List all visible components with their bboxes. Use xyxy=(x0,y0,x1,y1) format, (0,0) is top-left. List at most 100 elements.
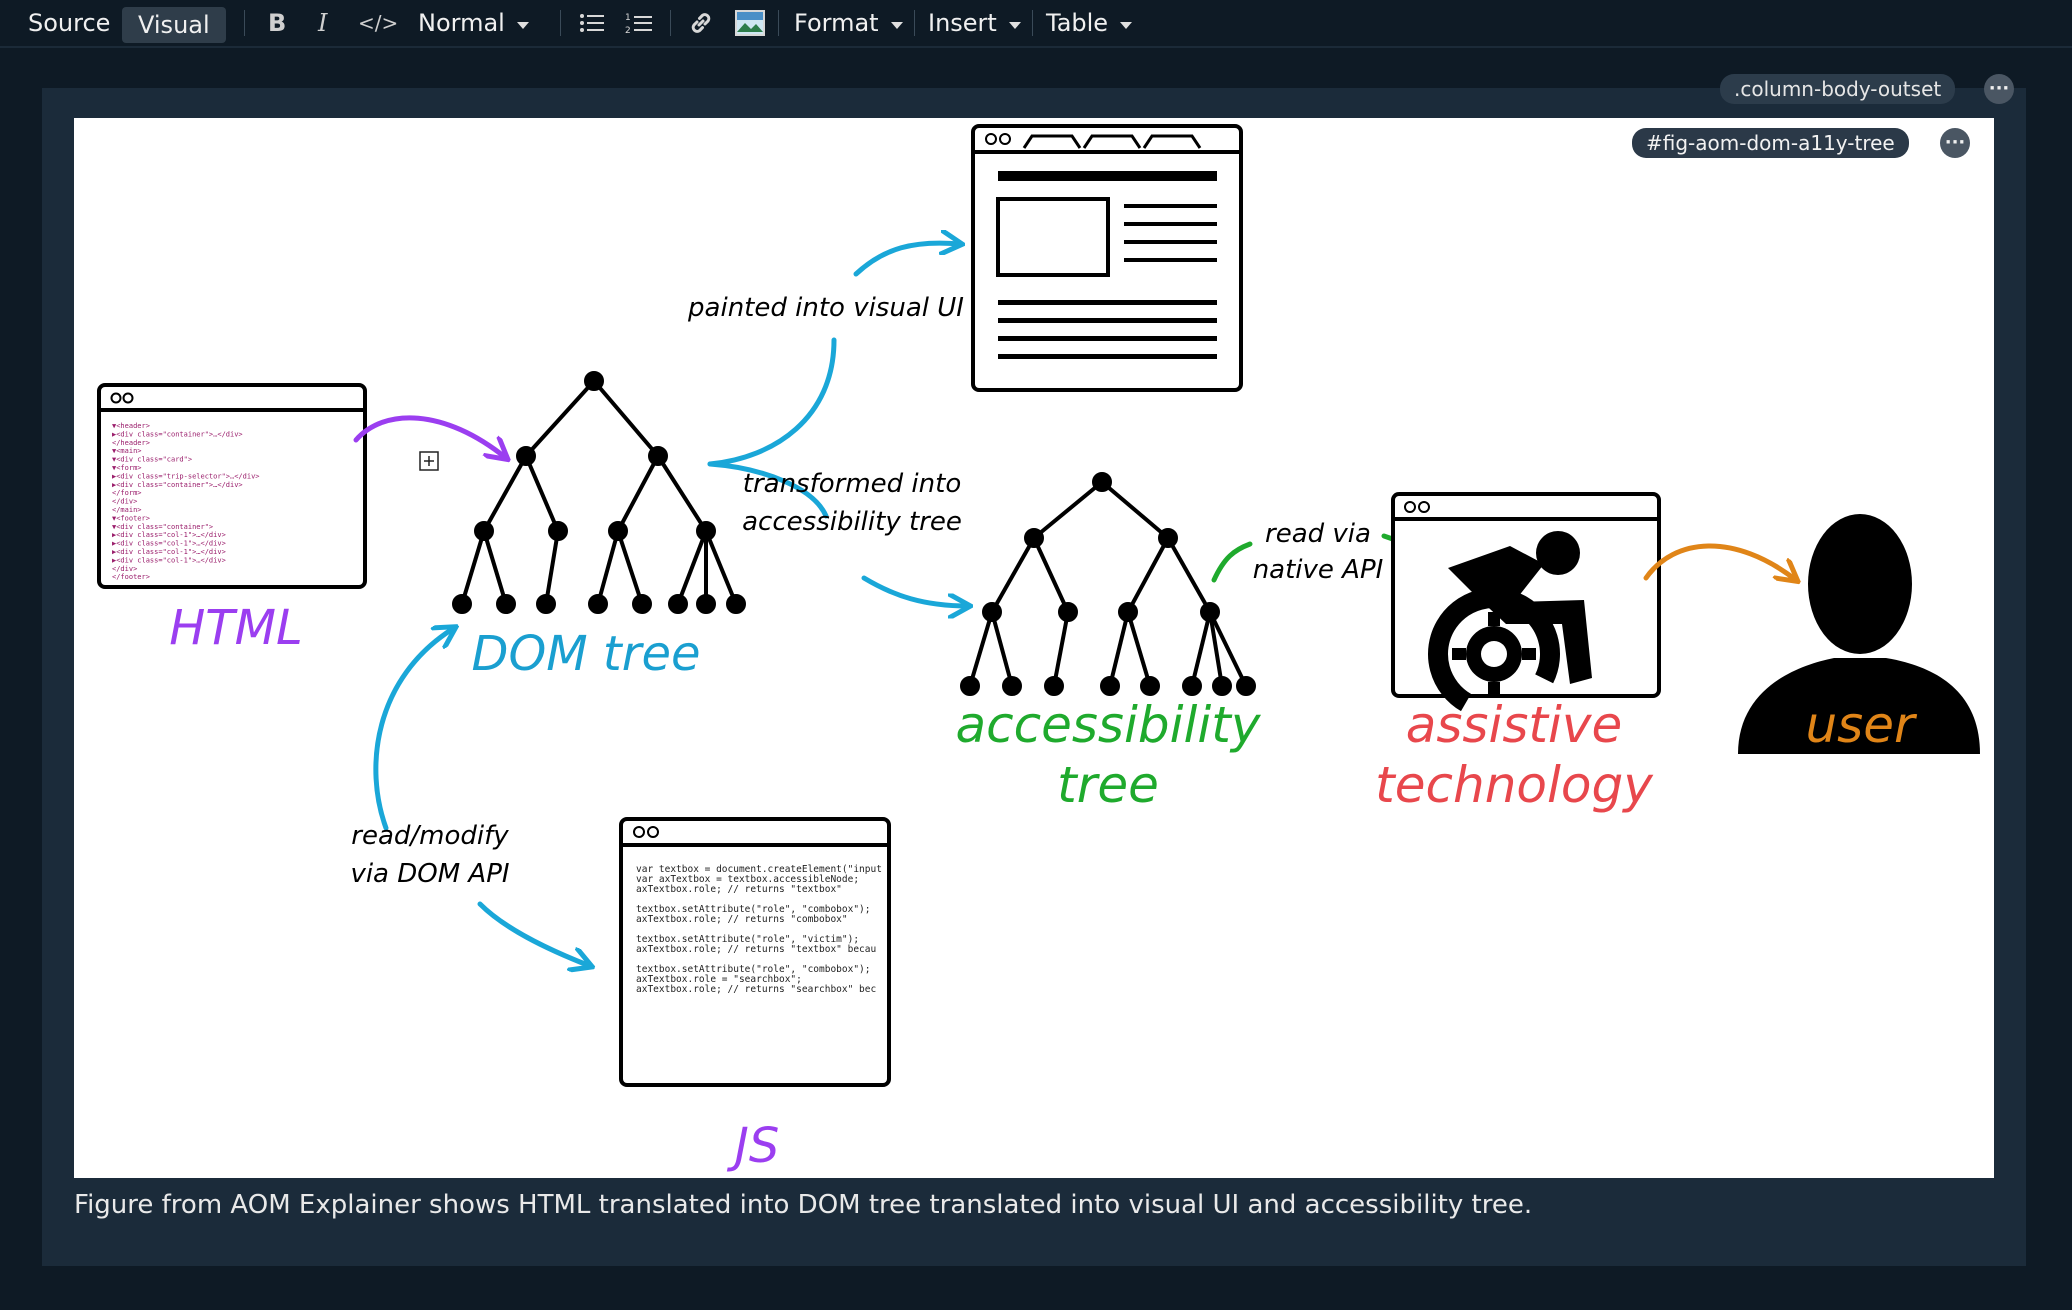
toolbar-divider xyxy=(560,10,561,36)
tree-node xyxy=(548,521,568,541)
code-line: </div> xyxy=(112,498,137,506)
tree-node xyxy=(452,594,472,614)
tree-edge xyxy=(524,379,596,458)
tree-node xyxy=(696,594,716,614)
tree-node xyxy=(608,521,628,541)
code-line: ▶<div class="col-1">…</div> xyxy=(112,556,226,564)
toolbar-divider xyxy=(914,10,915,36)
tree-node xyxy=(588,594,608,614)
code-line: ▼<footer> xyxy=(112,514,150,522)
tree-node xyxy=(1044,676,1064,696)
table-menu[interactable]: Table xyxy=(1046,0,1133,46)
html-label: HTML xyxy=(169,600,303,656)
tree-node xyxy=(1236,676,1256,696)
code-line: axTextbox.role; // returns "combobox" xyxy=(636,914,848,925)
image-button[interactable] xyxy=(734,8,766,38)
tree-node xyxy=(1200,602,1220,622)
tree-edge xyxy=(544,530,560,605)
code-line: axTextbox.role; // returns "textbox" xyxy=(636,884,842,895)
tree-node xyxy=(1140,676,1160,696)
tree-edge xyxy=(968,611,994,687)
tree-edge xyxy=(676,530,708,605)
code-line: </footer> xyxy=(112,573,150,581)
js-label: JS xyxy=(727,1118,780,1174)
tree-node xyxy=(584,371,604,391)
tree-edge xyxy=(616,530,644,605)
code-line: ▼<div class="card"> xyxy=(112,456,192,464)
figure-options-button[interactable]: ··· xyxy=(1940,128,1970,158)
dom-tree-label: DOM tree xyxy=(471,626,700,682)
tree-node xyxy=(696,521,716,541)
visual-mode-button[interactable]: Visual xyxy=(122,7,226,43)
toolbar-divider xyxy=(778,10,779,36)
paragraph-style-dropdown[interactable]: Normal xyxy=(418,0,529,46)
figure-caption: Figure from AOM Explainer shows HTML tra… xyxy=(74,1190,1533,1220)
code-button[interactable]: </> xyxy=(358,0,398,46)
assistive-label-line1: assistive xyxy=(1406,696,1623,754)
expand-icon xyxy=(419,451,439,471)
tree-edge xyxy=(1108,611,1130,687)
code-line: </header> xyxy=(112,439,150,447)
read-caption-line2: native API xyxy=(1253,555,1384,585)
code-line: </main> xyxy=(112,506,142,514)
modify-caption-line2: via DOM API xyxy=(350,859,509,889)
numbered-list-button[interactable]: 1 2 xyxy=(624,8,654,38)
code-line: ▶<div class="col-1">…</div> xyxy=(112,540,226,548)
code-line: </div> xyxy=(112,565,137,573)
bullet-list-button[interactable] xyxy=(578,8,606,38)
paragraph-style-label: Normal xyxy=(418,9,505,37)
toolbar-divider xyxy=(670,10,671,36)
format-menu-label: Format xyxy=(794,9,879,37)
read-arrow-stem xyxy=(1211,541,1253,583)
link-icon xyxy=(691,13,711,33)
code-line: axTextbox.role; // returns "textbox" bec… xyxy=(636,944,876,955)
transformed-caption-line1: transformed into xyxy=(743,469,962,499)
tree-node xyxy=(536,594,556,614)
tree-edge xyxy=(596,530,620,605)
tree-node xyxy=(960,676,980,696)
code-line: ▶<div class="container">…</div> xyxy=(112,481,243,489)
insert-menu[interactable]: Insert xyxy=(928,0,1021,46)
code-line: ▶<div class="trip-selector">…</div> xyxy=(112,472,260,480)
tree-node xyxy=(1118,602,1138,622)
toolbar-divider xyxy=(1032,10,1033,36)
aom-diagram: ▼<header> ▶<div class="container">…</div… xyxy=(97,124,1980,1174)
bold-button[interactable]: B xyxy=(268,0,286,46)
tree-edge xyxy=(524,455,560,532)
more-options-icon: ··· xyxy=(1988,78,2010,99)
svg-text:2: 2 xyxy=(625,26,631,35)
tree-node xyxy=(474,521,494,541)
format-menu[interactable]: Format xyxy=(794,0,903,46)
tree-edge xyxy=(1190,611,1212,687)
tree-edge xyxy=(656,454,708,533)
more-options-icon: ··· xyxy=(1944,132,1966,153)
italic-button[interactable]: I xyxy=(318,0,327,46)
tree-edge xyxy=(1166,537,1212,613)
read-caption-line1: read via xyxy=(1265,519,1371,549)
figure-id-badge[interactable]: #fig-aom-dom-a11y-tree xyxy=(1632,128,1909,158)
block-options-button[interactable]: ··· xyxy=(1984,74,2014,104)
tree-edge xyxy=(460,530,486,605)
painted-arrow-head xyxy=(853,243,960,277)
code-line: axTextbox.role; // returns "searchbox" b… xyxy=(636,984,876,995)
tree-node xyxy=(1212,676,1232,696)
layout-class-badge[interactable]: .column-body-outset xyxy=(1720,74,1956,104)
tree-edge xyxy=(1052,611,1070,687)
tree-edge xyxy=(1126,537,1170,613)
code-line: ▼<form> xyxy=(112,464,142,472)
link-button[interactable] xyxy=(686,8,716,38)
tree-edge xyxy=(482,455,528,532)
source-mode-button[interactable]: Source xyxy=(28,0,110,46)
tree-edge xyxy=(1126,611,1152,687)
chevron-down-icon xyxy=(516,21,529,29)
tree-edge xyxy=(704,530,738,605)
code-line: ▼<div class="container"> xyxy=(112,523,213,531)
code-line: ▼<main> xyxy=(112,447,142,455)
read-modify-arrow-up xyxy=(373,628,454,831)
tree-edge xyxy=(482,530,508,605)
figure-image: ▼<header> ▶<div class="container">…</div… xyxy=(74,118,1994,1178)
table-menu-label: Table xyxy=(1046,9,1109,37)
tree-edge xyxy=(1032,537,1070,613)
chevron-down-icon xyxy=(1120,21,1133,29)
tree-node xyxy=(1024,528,1044,548)
